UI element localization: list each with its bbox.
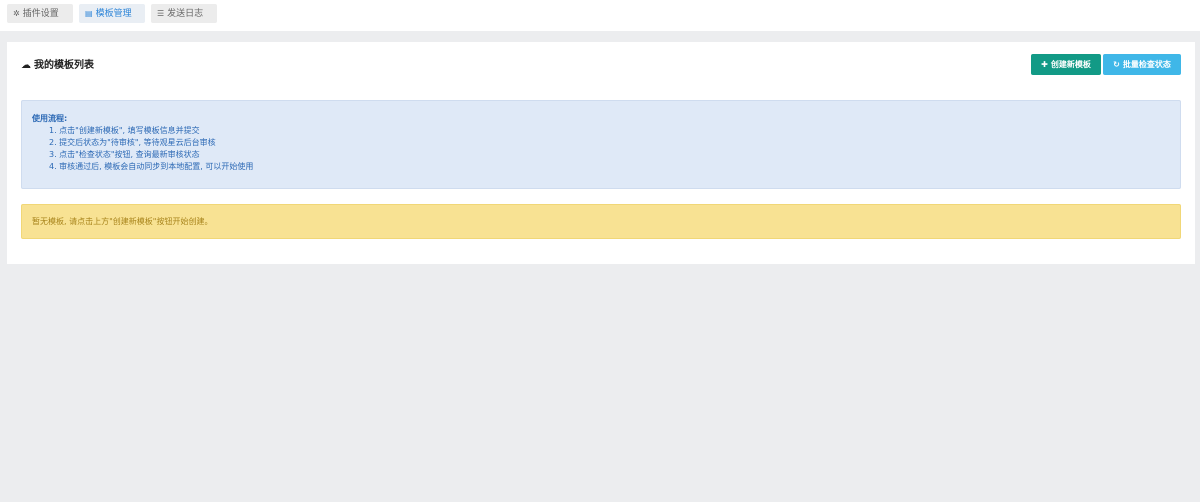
top-tab-bar: ✲ 插件设置 ▤ 模板管理 ☰ 发送日志 [0, 0, 1200, 31]
panel-title: ☁ 我的模板列表 [21, 59, 94, 73]
tab-template-management[interactable]: ▤ 模板管理 [79, 4, 145, 23]
create-template-button[interactable]: ✚ 创建新模板 [1031, 54, 1101, 75]
batch-check-status-button[interactable]: ↻ 批量检查状态 [1103, 54, 1181, 75]
document-icon: ▤ [85, 9, 93, 18]
refresh-icon: ↻ [1113, 60, 1120, 69]
tab-label: 发送日志 [167, 9, 204, 19]
usage-flow-info-box: 使用流程: 1. 点击"创建新模板", 填写模板信息并提交 2. 提交后状态为"… [21, 100, 1181, 189]
list-icon: ☰ [157, 9, 165, 18]
plus-icon: ✚ [1041, 60, 1048, 69]
tab-plugin-settings[interactable]: ✲ 插件设置 [7, 4, 73, 23]
gear-icon: ✲ [13, 9, 20, 18]
batch-check-label: 批量检查状态 [1122, 60, 1171, 69]
cloud-icon: ☁ [21, 60, 31, 71]
usage-step-2: 2. 提交后状态为"待审核", 等待观星云后台审核 [49, 138, 216, 147]
usage-step-3: 3. 点击"检查状态"按钮, 查询最新审核状态 [49, 150, 200, 159]
panel-title-text: 我的模板列表 [34, 60, 94, 71]
empty-templates-notice: 暂无模板, 请点击上方"创建新模板"按钮开始创建。 [21, 204, 1181, 239]
usage-step-4: 4. 审核通过后, 模板会自动同步到本地配置, 可以开始使用 [49, 162, 254, 171]
tab-label: 插件设置 [22, 9, 59, 19]
usage-flow-heading: 使用流程: [32, 114, 68, 123]
usage-step-1: 1. 点击"创建新模板", 填写模板信息并提交 [49, 126, 200, 135]
template-list-panel: ☁ 我的模板列表 ✚ 创建新模板 ↻ 批量检查状态 使用流程: 1. 点击"创建新模板… [7, 42, 1195, 264]
tab-label: 模板管理 [95, 9, 132, 19]
tab-send-log[interactable]: ☰ 发送日志 [151, 4, 217, 23]
create-template-label: 创建新模板 [1050, 60, 1091, 69]
